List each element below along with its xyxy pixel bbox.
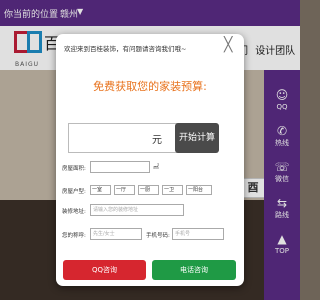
bathroom-select[interactable]: 一卫 (162, 185, 183, 195)
phone-input[interactable]: 手机号 (172, 228, 224, 240)
close-icon[interactable]: ╳ (224, 38, 232, 52)
kitchen-select[interactable]: 一厨 (138, 185, 159, 195)
balcony-select[interactable]: 一阳台 (186, 185, 212, 195)
phone-consult-button[interactable]: 电话咨询 (152, 260, 236, 280)
start-calculate-button[interactable]: 开始计算 (175, 123, 219, 153)
dialog-headline: 免费获取您的家装预算: (93, 80, 207, 93)
area-input[interactable] (90, 161, 150, 173)
area-unit: ㎡ (153, 164, 160, 171)
area-label: 房屋面积: (62, 166, 86, 172)
address-label: 装修地址: (62, 209, 86, 215)
currency-unit: 元 (152, 135, 162, 146)
room-select[interactable]: 一室 (90, 185, 111, 195)
budget-dialog: 欢迎来到百桂装饰，有问题请咨询我们哦~ ╳ 免费获取您的家装预算: 元 开始计算… (56, 34, 244, 286)
name-input[interactable]: 先生/女士 (90, 228, 142, 240)
house-type-label: 房屋户型: (62, 189, 86, 195)
address-input[interactable]: 请输入您的装修地址 (90, 204, 184, 216)
welcome-text: 欢迎来到百桂装饰，有问题请咨询我们哦~ (64, 45, 187, 53)
name-label: 您的称呼: (62, 233, 86, 239)
qq-consult-button[interactable]: QQ咨询 (63, 260, 146, 280)
phone-label: 手机号码: (146, 233, 170, 239)
hall-select[interactable]: 一厅 (114, 185, 135, 195)
